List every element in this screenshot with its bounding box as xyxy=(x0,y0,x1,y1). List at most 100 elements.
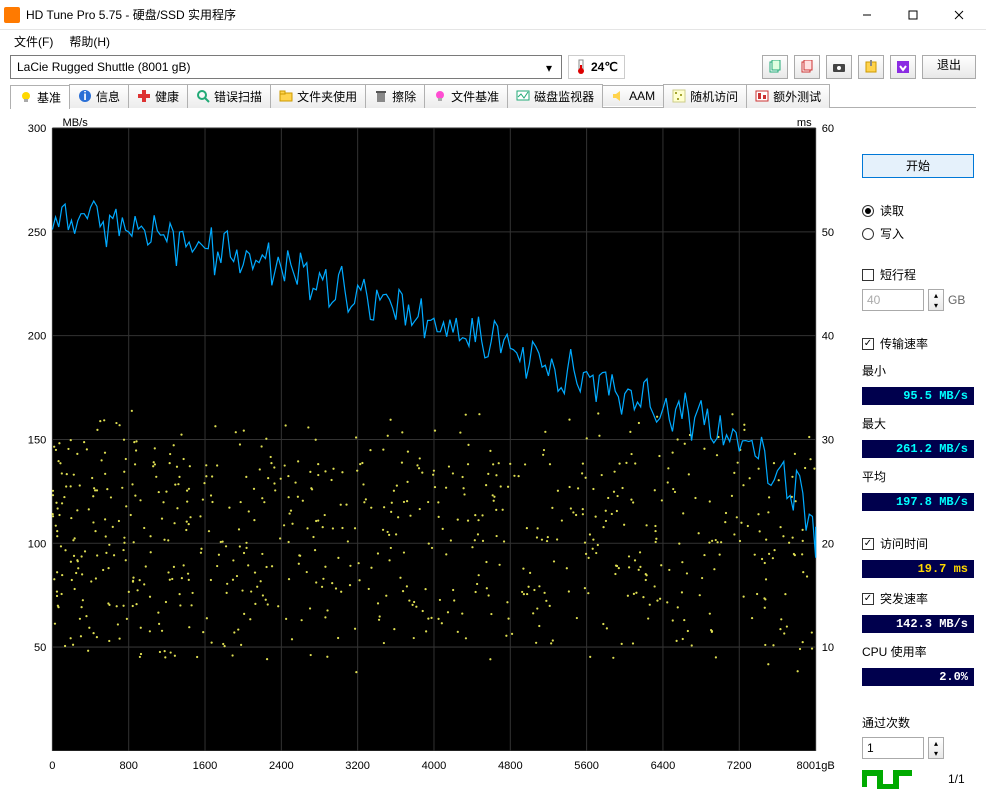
save-button[interactable] xyxy=(890,55,916,79)
random-icon xyxy=(672,89,686,103)
checkbox-icon xyxy=(862,538,874,550)
folder-icon xyxy=(279,89,293,103)
trash-icon xyxy=(374,89,388,103)
passes-fraction: 1/1 xyxy=(948,772,965,786)
cpu-label: CPU 使用率 xyxy=(862,643,974,660)
svg-text:30: 30 xyxy=(822,434,834,446)
tab-health[interactable]: 健康 xyxy=(128,84,188,108)
svg-text:3200: 3200 xyxy=(345,760,370,772)
svg-text:6400: 6400 xyxy=(651,760,676,772)
chevron-down-icon: ▾ xyxy=(541,60,557,76)
svg-text:800: 800 xyxy=(119,760,138,772)
menu-file[interactable]: 文件(F) xyxy=(6,31,61,52)
extra-icon xyxy=(755,89,769,103)
min-label: 最小 xyxy=(862,362,974,379)
passes-spinner[interactable]: ▴▾ xyxy=(862,737,974,759)
svg-text:10: 10 xyxy=(822,642,834,654)
tab-monitor[interactable]: 磁盘监视器 xyxy=(507,84,603,108)
read-radio[interactable]: 读取 xyxy=(862,202,974,219)
thermometer-icon xyxy=(575,59,587,75)
svg-text:4000: 4000 xyxy=(422,760,447,772)
benchmark-chart: 5010015020025030010203040506008001600240… xyxy=(12,118,850,781)
passes-label: 通过次数 xyxy=(862,714,974,731)
maximize-button[interactable] xyxy=(890,0,936,30)
max-value: 261.2 MB/s xyxy=(862,440,974,458)
burst-check[interactable]: 突发速率 xyxy=(862,590,974,607)
svg-text:300: 300 xyxy=(28,123,47,135)
access-value: 19.7 ms xyxy=(862,560,974,578)
svg-text:100: 100 xyxy=(28,538,47,550)
svg-text:5600: 5600 xyxy=(574,760,599,772)
tabs: 基准 i信息 健康 错误扫描 文件夹使用 擦除 文件基准 磁盘监视器 AAM 随… xyxy=(10,84,976,108)
drive-select-text: LaCie Rugged Shuttle (8001 gB) xyxy=(17,60,190,74)
svg-text:40: 40 xyxy=(822,331,834,343)
drive-select[interactable]: LaCie Rugged Shuttle (8001 gB) ▾ xyxy=(10,55,562,79)
tab-folder[interactable]: 文件夹使用 xyxy=(270,84,366,108)
tab-extra[interactable]: 额外测试 xyxy=(746,84,830,108)
svg-text:8001gB: 8001gB xyxy=(797,760,835,772)
svg-text:7200: 7200 xyxy=(727,760,752,772)
app-icon xyxy=(4,7,20,23)
svg-text:250: 250 xyxy=(28,227,47,239)
svg-text:50: 50 xyxy=(34,642,46,654)
write-radio[interactable]: 写入 xyxy=(862,225,974,242)
avg-label: 平均 xyxy=(862,468,974,485)
min-value: 95.5 MB/s xyxy=(862,387,974,405)
start-button[interactable]: 开始 xyxy=(862,154,974,178)
tab-errorscan[interactable]: 错误扫描 xyxy=(187,84,271,108)
copy-info-button[interactable] xyxy=(762,55,788,79)
shortstroke-input xyxy=(862,289,924,311)
checkbox-icon xyxy=(862,269,874,281)
progress-icon xyxy=(862,769,942,789)
transfer-check[interactable]: 传输速率 xyxy=(862,335,974,352)
menubar: 文件(F) 帮助(H) xyxy=(0,30,986,52)
close-button[interactable] xyxy=(936,0,982,30)
sidebar: 开始 读取 写入 短行程 ▴▾ GB 传输速率 最小 95.5 MB/s 最大 … xyxy=(862,118,974,781)
passes-input[interactable] xyxy=(862,737,924,759)
svg-text:0: 0 xyxy=(49,760,55,772)
access-check[interactable]: 访问时间 xyxy=(862,535,974,552)
cpu-value: 2.0% xyxy=(862,668,974,686)
spinner-arrows[interactable]: ▴▾ xyxy=(928,737,944,759)
radio-icon xyxy=(862,228,874,240)
info-icon: i xyxy=(78,89,92,103)
screenshot-button[interactable] xyxy=(826,55,852,79)
svg-text:4800: 4800 xyxy=(498,760,523,772)
minimize-button[interactable] xyxy=(844,0,890,30)
svg-text:1600: 1600 xyxy=(193,760,218,772)
magnifier-icon xyxy=(196,89,210,103)
svg-text:200: 200 xyxy=(28,331,47,343)
checkbox-icon xyxy=(862,593,874,605)
svg-text:60: 60 xyxy=(822,123,834,135)
svg-text:2400: 2400 xyxy=(269,760,294,772)
exit-button[interactable]: 退出 xyxy=(922,55,976,79)
tab-filebench[interactable]: 文件基准 xyxy=(424,84,508,108)
copy-screenshot-button[interactable] xyxy=(794,55,820,79)
spinner-arrows: ▴▾ xyxy=(928,289,944,311)
svg-text:50: 50 xyxy=(822,227,834,239)
svg-text:MB/s: MB/s xyxy=(62,118,88,129)
lightbulb-icon xyxy=(19,90,33,104)
tab-benchmark[interactable]: 基准 xyxy=(10,85,70,109)
toolbar: LaCie Rugged Shuttle (8001 gB) ▾ 24℃ 退出 xyxy=(0,52,986,82)
tab-aam[interactable]: AAM xyxy=(602,85,664,106)
shortstroke-check[interactable]: 短行程 xyxy=(862,266,974,283)
monitor-icon xyxy=(516,89,530,103)
tab-random[interactable]: 随机访问 xyxy=(663,84,747,108)
temperature-display: 24℃ xyxy=(568,55,625,79)
menu-help[interactable]: 帮助(H) xyxy=(61,31,118,52)
svg-text:150: 150 xyxy=(28,434,47,446)
checkbox-icon xyxy=(862,338,874,350)
radio-icon xyxy=(862,205,874,217)
svg-text:i: i xyxy=(83,89,86,103)
max-label: 最大 xyxy=(862,415,974,432)
tab-erase[interactable]: 擦除 xyxy=(365,84,425,108)
health-icon xyxy=(137,89,151,103)
temperature-value: 24℃ xyxy=(591,60,618,74)
file-lightbulb-icon xyxy=(433,89,447,103)
avg-value: 197.8 MB/s xyxy=(862,493,974,511)
speaker-icon xyxy=(611,89,625,103)
tab-info[interactable]: i信息 xyxy=(69,84,129,108)
options-button[interactable] xyxy=(858,55,884,79)
burst-value: 142.3 MB/s xyxy=(862,615,974,633)
